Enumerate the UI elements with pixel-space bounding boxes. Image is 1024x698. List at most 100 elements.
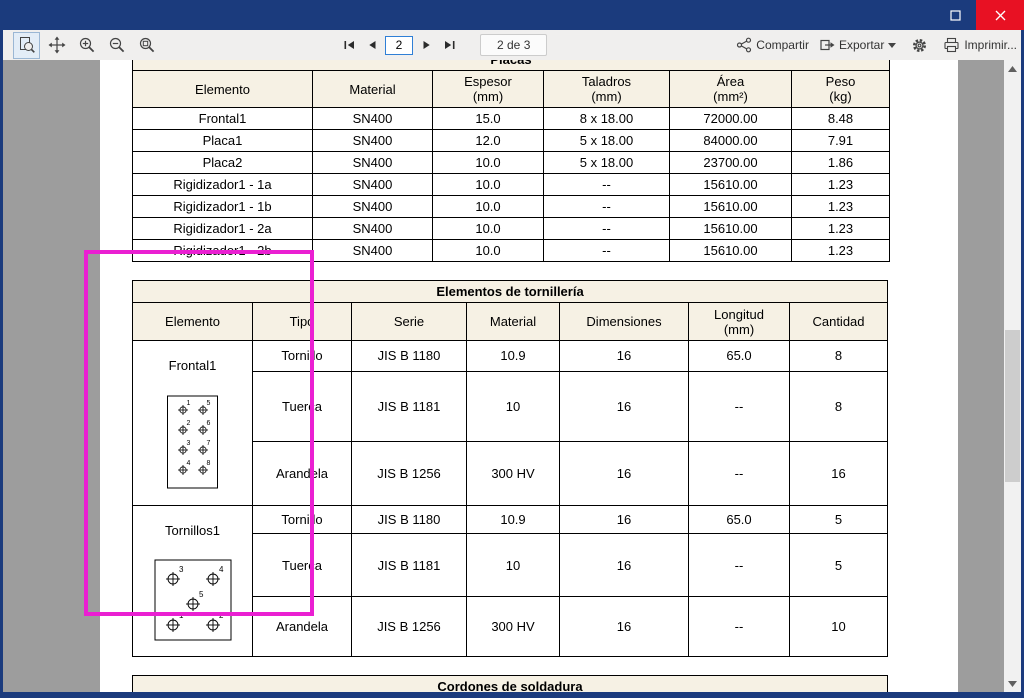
share-icon: [737, 37, 752, 53]
first-page-button[interactable]: [339, 34, 359, 56]
printer-icon: [944, 37, 959, 53]
column-header: Elemento: [132, 70, 313, 108]
table-cell: Placa2: [132, 151, 313, 174]
column-header: Cantidad: [789, 302, 888, 341]
export-button[interactable]: Exportar: [819, 37, 897, 53]
table-cell: 10.0: [432, 217, 544, 240]
table-cell: 8 x 18.00: [543, 107, 670, 130]
print-label: Imprimir...: [964, 38, 1017, 52]
table-cell: 5 x 18.00: [543, 151, 670, 174]
zoom-window-icon: [139, 37, 154, 53]
column-header: Material: [312, 70, 433, 108]
share-button[interactable]: Compartir: [736, 37, 809, 53]
table-cell: 10: [466, 532, 560, 598]
table-title: Cordones de soldadura: [132, 675, 888, 692]
export-label: Exportar: [838, 38, 885, 52]
table-cell: Rigidizador1 - 1b: [132, 195, 313, 218]
table-cell: 16: [559, 340, 689, 372]
table-cell: 8.48: [791, 107, 890, 130]
column-header: Área (mm²): [669, 70, 792, 108]
zoom-window-button[interactable]: [133, 32, 160, 59]
zoom-selection-button[interactable]: [13, 31, 40, 59]
table-cell: JIS B 1256: [351, 440, 467, 507]
toolbar-zoom-group: [13, 30, 160, 60]
previous-page-button[interactable]: [362, 34, 382, 56]
table-cell: Frontal1: [132, 107, 313, 130]
table-cell: 5: [789, 505, 888, 534]
restore-button[interactable]: [934, 0, 976, 30]
column-header: Material: [466, 302, 560, 341]
close-button[interactable]: [976, 0, 1024, 30]
last-page-icon: [444, 41, 454, 49]
scroll-up-button[interactable]: [1004, 60, 1021, 77]
page-number-input[interactable]: [385, 35, 413, 55]
table-cell: 16: [559, 505, 689, 534]
table-cell: SN400: [312, 173, 433, 196]
table-cell: --: [543, 239, 670, 262]
soldadura-table: Cordones de soldadura Elemento Tipo Elec…: [132, 675, 888, 692]
table-cell: Placa1: [132, 129, 313, 152]
table-cell: 1.23: [791, 195, 890, 218]
export-icon: [820, 39, 835, 51]
table-cell: Rigidizador1 - 1a: [132, 173, 313, 196]
pan-button[interactable]: [43, 32, 70, 59]
scroll-down-button[interactable]: [1004, 675, 1021, 692]
page-count-button[interactable]: 2 de 3: [480, 34, 548, 56]
document-viewport[interactable]: Placas Elemento Material Espesor (mm) Ta…: [3, 60, 1021, 692]
scroll-up-icon: [1008, 65, 1017, 72]
table-cell: 15.0: [432, 107, 544, 130]
table-cell: 65.0: [688, 340, 790, 372]
table-row: Frontal1 SN400 15.0 8 x 18.00 72000.00 8.48: [132, 107, 890, 130]
next-page-icon: [423, 41, 430, 49]
column-header: Peso (kg): [791, 70, 890, 108]
table-cell: JIS B 1181: [351, 370, 467, 442]
table-cell: JIS B 1180: [351, 505, 467, 534]
table-cell: 16: [789, 440, 888, 507]
table-cell: SN400: [312, 217, 433, 240]
table-cell: 5: [789, 532, 888, 598]
scrollbar-thumb[interactable]: [1005, 330, 1020, 482]
table-cell: 10: [789, 596, 888, 657]
table-cell: 5 x 18.00: [543, 129, 670, 152]
placas-title-row: Placas: [132, 60, 890, 71]
table-cell: SN400: [312, 195, 433, 218]
next-page-button[interactable]: [416, 34, 436, 56]
toolbar-nav-group: 2 de 3: [339, 30, 548, 60]
titlebar: [0, 0, 1024, 30]
restore-icon: [949, 9, 961, 21]
soldadura-title-row: Cordones de soldadura: [132, 675, 888, 692]
table-cell: 8: [789, 340, 888, 372]
annotation-rect: [84, 250, 314, 616]
table-cell: 10: [466, 370, 560, 442]
table-cell: SN400: [312, 151, 433, 174]
table-cell: 15610.00: [669, 195, 792, 218]
table-cell: SN400: [312, 107, 433, 130]
table-cell: 1.23: [791, 173, 890, 196]
table-cell: --: [543, 217, 670, 240]
settings-button[interactable]: [906, 32, 933, 59]
table-title: Placas: [132, 60, 890, 71]
last-page-button[interactable]: [439, 34, 459, 56]
table-cell: 8: [789, 370, 888, 442]
vertical-scrollbar[interactable]: [1004, 60, 1021, 692]
table-cell: SN400: [312, 239, 433, 262]
table-row: Rigidizador1 - 1b SN400 10.0 -- 15610.00 1.23: [132, 195, 890, 218]
zoom-in-button[interactable]: [73, 32, 100, 59]
table-cell: --: [688, 370, 790, 442]
placas-body: Frontal1 SN400 15.0 8 x 18.00 72000.00 8.48 Pl…: [132, 107, 890, 262]
table-cell: 10.0: [432, 173, 544, 196]
table-cell: 15610.00: [669, 173, 792, 196]
table-row: Rigidizador1 - 2a SN400 10.0 -- 15610.00 1.23: [132, 217, 890, 240]
table-cell: 72000.00: [669, 107, 792, 130]
first-page-icon: [344, 41, 354, 49]
table-cell: 1.86: [791, 151, 890, 174]
table-cell: --: [688, 596, 790, 657]
column-header: Dimensiones: [559, 302, 689, 341]
print-button[interactable]: Imprimir...: [943, 37, 1017, 53]
table-cell: --: [688, 440, 790, 507]
table-cell: 12.0: [432, 129, 544, 152]
column-header: Serie: [351, 302, 467, 341]
zoom-page-icon: [19, 37, 35, 53]
zoom-out-button[interactable]: [103, 32, 130, 59]
table-cell: 23700.00: [669, 151, 792, 174]
